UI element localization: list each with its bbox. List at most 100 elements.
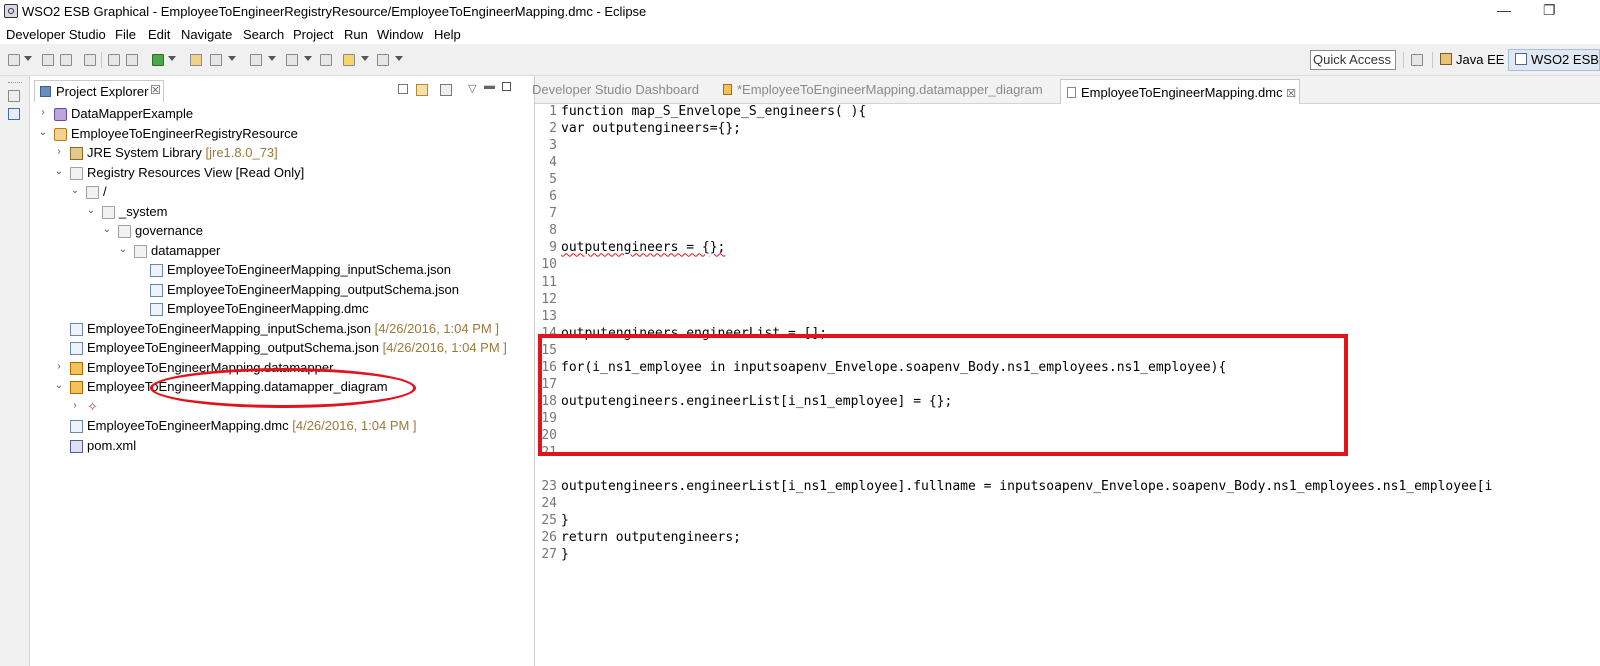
forward-arrow-icon[interactable] — [377, 54, 389, 66]
view-menu-icon[interactable]: ▽ — [468, 82, 476, 95]
code-text: return outputengineers; — [561, 530, 742, 546]
wso2-esb-icon — [1515, 53, 1527, 65]
back-arrow-icon[interactable] — [343, 54, 355, 66]
code-line: 17 — [535, 377, 1600, 394]
tab-project-explorer[interactable]: Project Explorer ☒ — [34, 80, 164, 102]
debug-icon[interactable] — [108, 54, 120, 66]
maximize-view-icon[interactable] — [502, 82, 511, 91]
restore-button[interactable]: ❐ — [1543, 2, 1556, 19]
open-folder-icon[interactable] — [190, 54, 202, 66]
code-text: var outputengineers={}; — [561, 121, 742, 137]
file-icon — [150, 303, 163, 316]
minimize-view-icon[interactable]: ▬ — [484, 80, 495, 92]
code-line: 25} — [535, 513, 1600, 530]
tree-item-name: EmployeeToEngineerMapping.datamapper_dia… — [87, 379, 388, 394]
editor-tab-bar: Developer Studio Dashboard *EmployeeToEn… — [532, 76, 1600, 104]
tree-item-label: EmployeeToEngineerMapping.datamapper — [87, 360, 333, 375]
code-text: } — [561, 513, 569, 529]
code-line: 8 — [535, 223, 1600, 240]
new-icon[interactable] — [8, 54, 20, 66]
back-dropdown-icon[interactable] — [361, 56, 369, 61]
wand-dropdown-icon[interactable] — [228, 56, 236, 61]
chevron-right-icon[interactable]: › — [70, 400, 80, 411]
quick-access-input[interactable]: Quick Access — [1310, 50, 1396, 70]
menu-search[interactable]: Search — [243, 27, 284, 42]
menu-developer-studio[interactable]: Developer Studio — [6, 27, 106, 42]
tree-item-label: EmployeeToEngineerMapping.datamapper_dia… — [87, 379, 388, 394]
tab-dmc-file[interactable]: EmployeeToEngineerMapping.dmc ☒ — [1060, 79, 1300, 104]
line-number: 6 — [549, 189, 557, 205]
close-icon[interactable]: ☒ — [1286, 88, 1296, 100]
outline-icon[interactable] — [8, 108, 20, 120]
chevron-down-icon[interactable]: ⌄ — [86, 205, 96, 216]
chevron-down-icon[interactable]: ⌄ — [70, 185, 80, 196]
tree-item-timestamp: [jre1.8.0_73] — [201, 145, 278, 160]
chevron-right-icon[interactable]: › — [54, 361, 64, 372]
menu-navigate[interactable]: Navigate — [181, 27, 232, 42]
dm-icon — [70, 361, 83, 375]
line-number: 19 — [541, 410, 557, 426]
tree-item-label: JRE System Library [jre1.8.0_73] — [87, 145, 278, 160]
link-with-editor-icon[interactable] — [416, 84, 428, 96]
run-icon[interactable] — [152, 54, 164, 66]
tree-item-name: EmployeeToEngineerMapping_inputSchema.js… — [167, 262, 452, 277]
chevron-right-icon[interactable]: › — [54, 146, 64, 157]
window-title: WSO2 ESB Graphical - EmployeeToEngineerR… — [22, 4, 647, 19]
chevron-right-icon[interactable]: › — [38, 107, 48, 118]
tree-item-label: ✧ — [87, 399, 98, 415]
forward-dropdown-icon[interactable] — [395, 56, 403, 61]
menu-help[interactable]: Help — [434, 27, 461, 42]
trim-handle[interactable] — [8, 82, 22, 85]
menu-edit[interactable]: Edit — [148, 27, 170, 42]
save-all-icon[interactable] — [60, 54, 72, 66]
open-perspective-icon[interactable] — [1411, 54, 1423, 66]
chevron-down-icon[interactable]: ⌄ — [54, 166, 64, 177]
close-icon[interactable]: ☒ — [150, 83, 161, 97]
tab-datamapper-diagram[interactable]: *EmployeeToEngineerMapping.datamapper_di… — [723, 82, 1043, 97]
tab-datamapper-diagram-label: *EmployeeToEngineerMapping.datamapper_di… — [737, 82, 1043, 97]
tab-developer-studio-dashboard[interactable]: Developer Studio Dashboard — [532, 82, 699, 97]
chevron-down-icon[interactable]: ⌄ — [118, 244, 128, 255]
minimize-button[interactable]: — — [1497, 2, 1511, 18]
line-number: 20 — [541, 427, 557, 443]
main-toolbar: Quick Access Java EE WSO2 ESB G — [0, 44, 1600, 76]
code-line: 3 — [535, 138, 1600, 155]
window-title-bar: WSO2 ESB Graphical - EmployeeToEngineerR… — [0, 0, 1600, 24]
tree-item-name: EmployeeToEngineerMapping.dmc — [87, 418, 289, 433]
back-icon[interactable] — [320, 54, 332, 66]
menu-run[interactable]: Run — [344, 27, 368, 42]
save-icon[interactable] — [42, 54, 54, 66]
filter-icon[interactable] — [440, 84, 452, 96]
code-text: for(i_ns1_employee in inputsoapenv_Envel… — [561, 359, 1227, 375]
next-edit-icon[interactable] — [286, 54, 298, 66]
perspective-wso2-esb-label: WSO2 ESB G — [1531, 52, 1599, 67]
code-line: 16 for(i_ns1_employee in inputsoapenv_Env… — [535, 360, 1600, 377]
perspective-java-ee[interactable]: Java EE — [1440, 52, 1504, 67]
collapse-all-icon[interactable] — [398, 84, 408, 94]
menu-project[interactable]: Project — [293, 27, 333, 42]
annotation-icon[interactable] — [250, 54, 262, 66]
console-icon[interactable] — [84, 54, 96, 66]
annotation-dropdown-icon[interactable] — [268, 56, 276, 61]
folder-icon — [86, 186, 99, 199]
tree-item-label: Registry Resources View [Read Only] — [87, 165, 304, 180]
perspective-wso2-esb[interactable]: WSO2 ESB G — [1508, 49, 1600, 71]
file-icon — [70, 342, 83, 355]
wand-icon[interactable] — [210, 54, 222, 66]
chevron-down-icon[interactable]: ⌄ — [38, 127, 48, 138]
folder-icon — [70, 166, 83, 180]
folder-icon — [118, 225, 131, 238]
run-dropdown-icon[interactable] — [168, 56, 176, 61]
menu-file[interactable]: File — [115, 27, 136, 42]
next-edit-dropdown-icon[interactable] — [304, 56, 312, 61]
chevron-down-icon[interactable]: ⌄ — [102, 224, 112, 235]
properties-icon[interactable] — [126, 54, 138, 66]
code-text: outputengineers.engineerList[i_ns1_emplo… — [561, 393, 953, 409]
new-dropdown-icon[interactable] — [24, 56, 32, 61]
restore-view-icon[interactable] — [8, 90, 20, 102]
menu-window[interactable]: Window — [377, 27, 423, 42]
chevron-down-icon[interactable]: ⌄ — [54, 380, 64, 391]
line-number: 15 — [541, 342, 557, 358]
line-number: 23 — [541, 479, 557, 495]
tree-item-name: ✧ — [87, 398, 98, 414]
